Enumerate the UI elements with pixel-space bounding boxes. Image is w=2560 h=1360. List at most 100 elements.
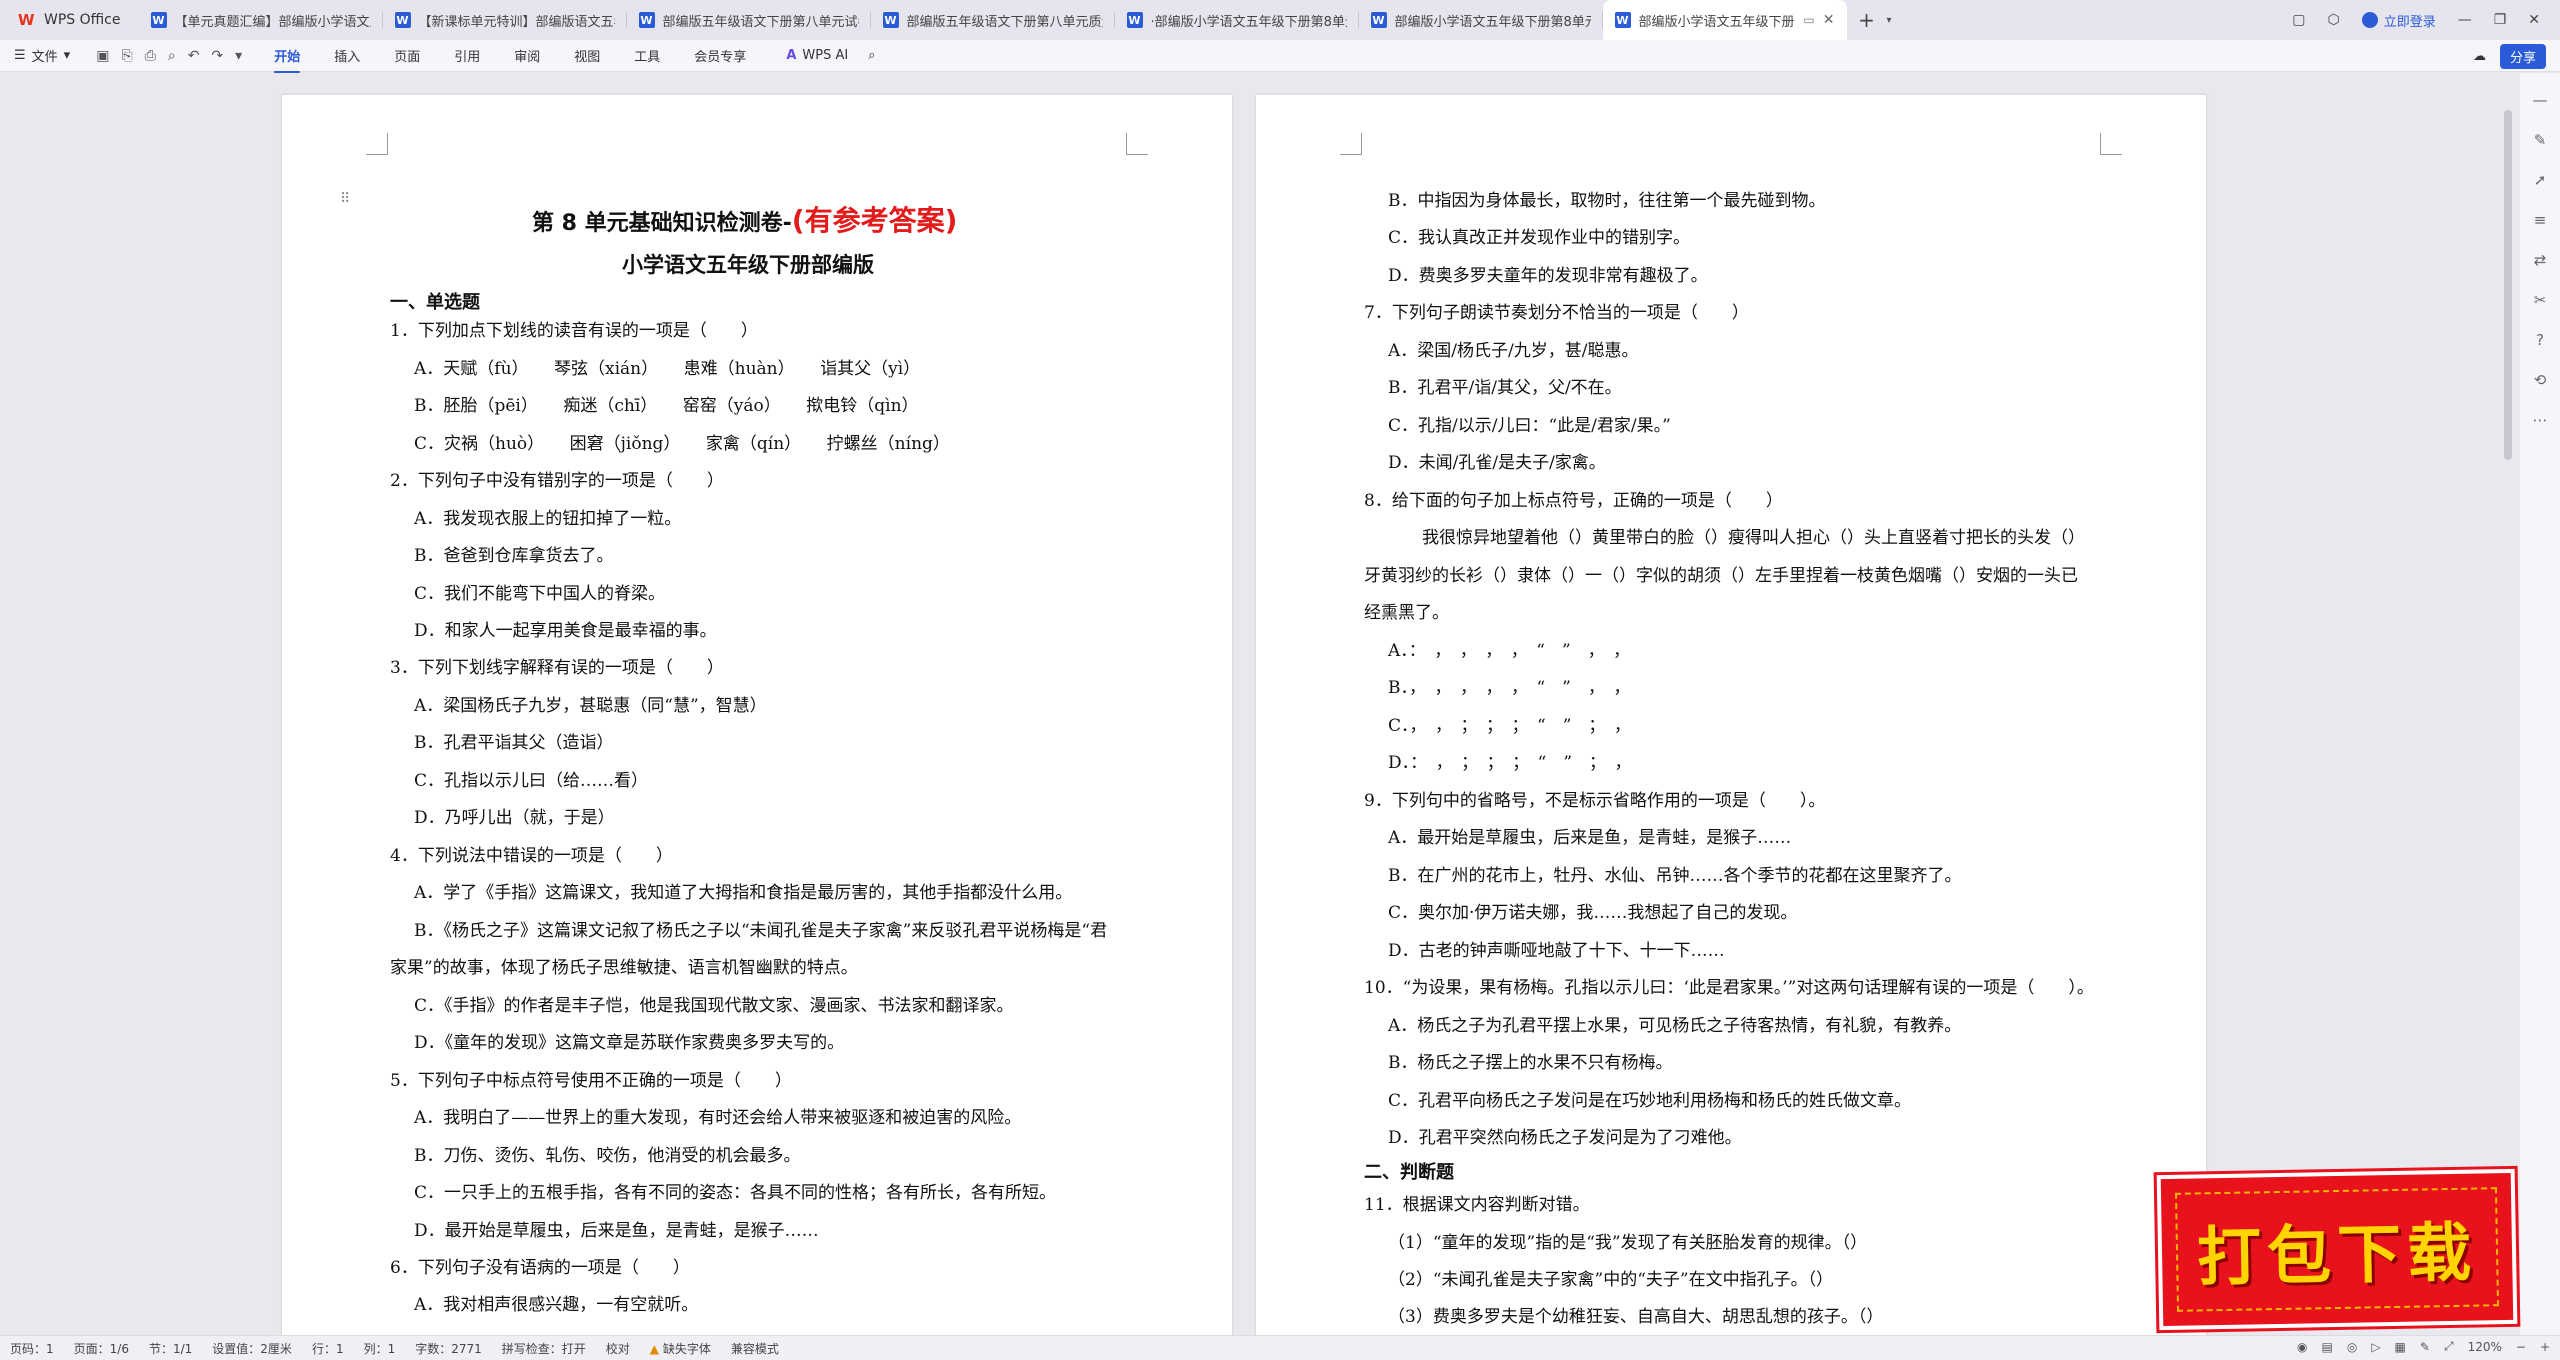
status-words[interactable]: 字数：2771 xyxy=(405,1340,492,1357)
menu-tab-review[interactable]: 审阅 xyxy=(514,42,540,69)
option-text: A．杨氏之子为孔君平摆上水果，可见杨氏之子待客热情，有礼貌，有教养。 xyxy=(1388,1016,1962,1036)
doc-tab-active[interactable]: W 部编版小学语文五年级下册第8 ▭ ✕ xyxy=(1602,0,1847,40)
margin-corner-mark xyxy=(366,133,388,155)
edit-pen-icon[interactable]: ✎ xyxy=(2534,131,2547,149)
document-title: 第 8 单元基础知识检测卷-(有参考答案) xyxy=(532,205,957,240)
title-main: 第 8 单元基础知识检测卷- xyxy=(532,211,792,236)
word-doc-icon: W xyxy=(1614,12,1631,28)
zoom-in-icon[interactable]: + xyxy=(2540,1340,2550,1354)
play-icon[interactable]: ▷ xyxy=(2371,1340,2380,1354)
new-tab-button[interactable]: + xyxy=(1847,0,1887,40)
page-view-icon[interactable]: ▤ xyxy=(2321,1340,2332,1354)
option-text: D．《童年的发现》这篇文章是苏联作家费奥多罗夫写的。 xyxy=(414,1033,845,1053)
option-text-continued: 家果”的故事，体现了杨氏子思维敏捷、语言机智幽默的特点。 xyxy=(390,958,858,978)
tab-list-chevron-icon[interactable]: ▾ xyxy=(1887,15,1892,26)
option-text: B．《杨氏之子》这篇课文记叙了杨氏之子以“未闻孔雀是夫子家禽”来反驳孔君平说杨梅… xyxy=(414,921,1108,941)
restore-icon[interactable]: ❐ xyxy=(2494,12,2507,28)
close-tab-icon[interactable]: ✕ xyxy=(1823,12,1835,28)
option-text: D．孔君平突然向杨氏之子发问是为了刁难他。 xyxy=(1388,1128,1742,1148)
redo-icon[interactable]: ↷ xyxy=(211,48,223,64)
menu-tab-references[interactable]: 引用 xyxy=(454,42,480,69)
skin-icon[interactable]: ⬡ xyxy=(2327,12,2339,28)
pen-icon[interactable]: ✎ xyxy=(2420,1340,2430,1354)
wps-home-label: WPS Office xyxy=(44,12,121,28)
passage-text: 经熏黑了。 xyxy=(1364,603,1449,623)
print-preview-icon[interactable]: ⌕ xyxy=(168,48,176,64)
doc-tab[interactable]: W 部编版五年级语文下册第八单元试卷 xyxy=(627,0,871,40)
login-button[interactable]: 立即登录 xyxy=(2361,11,2436,30)
status-page[interactable]: 页码：1 xyxy=(0,1340,64,1357)
wps-ai-button[interactable]: A WPS AI ⌕ xyxy=(786,48,875,63)
tools-icon[interactable]: ✂ xyxy=(2534,291,2547,309)
doc-tab[interactable]: W ·部编版小学语文五年级下册第8单元 xyxy=(1115,0,1359,40)
undo-icon[interactable]: ↶ xyxy=(188,48,200,64)
share-panel-icon[interactable]: ⟲ xyxy=(2534,371,2547,389)
warning-icon: ▲ xyxy=(649,1341,660,1356)
status-row[interactable]: 行：1 xyxy=(302,1340,354,1357)
outline-view-icon[interactable]: ▦ xyxy=(2395,1340,2406,1354)
document-workspace[interactable]: ⠿ 第 8 单元基础知识检测卷-(有参考答案) 小学语文五年级下册部编版 一、单… xyxy=(0,73,2560,1335)
more-options-icon[interactable]: ⋯ xyxy=(2533,411,2548,429)
vertical-scrollbar[interactable] xyxy=(2504,110,2512,460)
web-view-icon[interactable]: ◎ xyxy=(2347,1340,2357,1354)
help-icon[interactable]: ? xyxy=(2536,331,2544,349)
collapse-icon[interactable]: — xyxy=(2533,91,2548,109)
translate-icon[interactable]: ⇄ xyxy=(2534,251,2547,269)
status-setting[interactable]: 设置值：2厘米 xyxy=(202,1340,302,1357)
tablet-mode-icon[interactable]: ▢ xyxy=(2292,12,2305,28)
wps-ai-label: WPS AI xyxy=(802,48,849,63)
option-text: C．《手指》的作者是丰子恺，他是我国现代散文家、漫画家、书法家和翻译家。 xyxy=(414,996,1014,1016)
fit-width-icon[interactable]: ⤢ xyxy=(2444,1339,2454,1354)
zoom-level[interactable]: 120% xyxy=(2468,1340,2502,1354)
file-menu-button[interactable]: ☰ 文件 ▾ xyxy=(0,46,84,65)
status-proof[interactable]: 校对 xyxy=(596,1340,640,1357)
close-window-icon[interactable]: ✕ xyxy=(2528,12,2540,28)
option-text: A．我对相声很感兴趣，一有空就听。 xyxy=(414,1295,699,1315)
eye-protection-icon[interactable]: ◉ xyxy=(2297,1340,2307,1354)
status-section[interactable]: 节：1/1 xyxy=(139,1340,202,1357)
menu-tab-page[interactable]: 页面 xyxy=(394,42,420,69)
doc-tab[interactable]: W 部编版小学语文五年级下册第8单元 xyxy=(1359,0,1603,40)
print-icon[interactable]: ⎙ xyxy=(145,48,156,64)
doc-tab-title: 部编版小学语文五年级下册第8单元 xyxy=(1394,14,1591,30)
doc-tab[interactable]: W 【新课标单元特训】部编版语文五年 xyxy=(383,0,627,40)
option-text: B．刀伤、烫伤、轧伤、咬伤，他消受的机会最多。 xyxy=(414,1146,801,1166)
menu-tab-home[interactable]: 开始 xyxy=(274,42,301,73)
device-icon[interactable]: ▭ xyxy=(1803,13,1814,27)
document-page-2[interactable]: B．中指因为身体最长，取物时，往往第一个最先碰到物。 C．我认真改正并发现作业中… xyxy=(1256,95,2206,1335)
minimize-icon[interactable]: — xyxy=(2458,12,2472,28)
wps-home-tab[interactable]: W WPS Office xyxy=(0,0,139,40)
menu-tab-member[interactable]: 会员专享 xyxy=(694,42,746,69)
select-cursor-icon[interactable]: ➚ xyxy=(2534,171,2547,189)
document-page-1[interactable]: ⠿ 第 8 单元基础知识检测卷-(有参考答案) 小学语文五年级下册部编版 一、单… xyxy=(282,95,1232,1335)
doc-tab[interactable]: W 部编版五年级语文下册第八单元质量 xyxy=(871,0,1115,40)
menu-tab-view[interactable]: 视图 xyxy=(574,42,600,69)
option-text: A．梁国/杨氏子/九岁，甚/聪惠。 xyxy=(1388,341,1639,361)
export-icon[interactable]: ⎘ xyxy=(121,48,132,64)
format-icon[interactable]: ≡ xyxy=(2534,211,2547,229)
status-col[interactable]: 列：1 xyxy=(354,1340,406,1357)
menu-tab-insert[interactable]: 插入 xyxy=(334,42,360,69)
status-missing-font[interactable]: ▲ 缺失字体 xyxy=(640,1340,721,1357)
share-button[interactable]: 分享 xyxy=(2499,44,2546,69)
window-controls: ▢ ⬡ 立即登录 — ❐ ✕ xyxy=(2292,0,2560,40)
save-icon[interactable]: ▣ xyxy=(96,48,109,64)
zoom-out-icon[interactable]: − xyxy=(2516,1340,2526,1354)
status-spell-check[interactable]: 拼写检查：打开 xyxy=(492,1340,596,1357)
word-doc-icon: W xyxy=(882,12,899,28)
menu-tab-tools[interactable]: 工具 xyxy=(634,42,660,69)
option-text: C．我们不能弯下中国人的脊梁。 xyxy=(414,584,666,604)
doc-tab[interactable]: W 【单元真题汇编】部编版小学语文五 xyxy=(139,0,383,40)
question-text: 5．下列句子中标点符号使用不正确的一项是（ ） xyxy=(390,1071,792,1091)
paragraph-drag-handle-icon[interactable]: ⠿ xyxy=(340,191,350,207)
more-chevron-icon[interactable]: ▾ xyxy=(235,48,242,64)
search-icon[interactable]: ⌕ xyxy=(868,48,875,63)
option-text: D．费奥多罗夫童年的发现非常有趣极了。 xyxy=(1388,266,1708,286)
status-pages[interactable]: 页面：1/6 xyxy=(64,1340,139,1357)
cloud-icon[interactable]: ☁ xyxy=(2473,49,2486,64)
option-text: C．孔君平向杨氏之子发问是在巧妙地利用杨梅和杨氏的姓氏做文章。 xyxy=(1388,1091,1912,1111)
missing-font-label: 缺失字体 xyxy=(662,1341,711,1356)
margin-corner-mark xyxy=(2100,133,2122,155)
download-promo-badge[interactable]: 打包下载 xyxy=(2156,1168,2518,1331)
margin-corner-mark xyxy=(1126,133,1148,155)
